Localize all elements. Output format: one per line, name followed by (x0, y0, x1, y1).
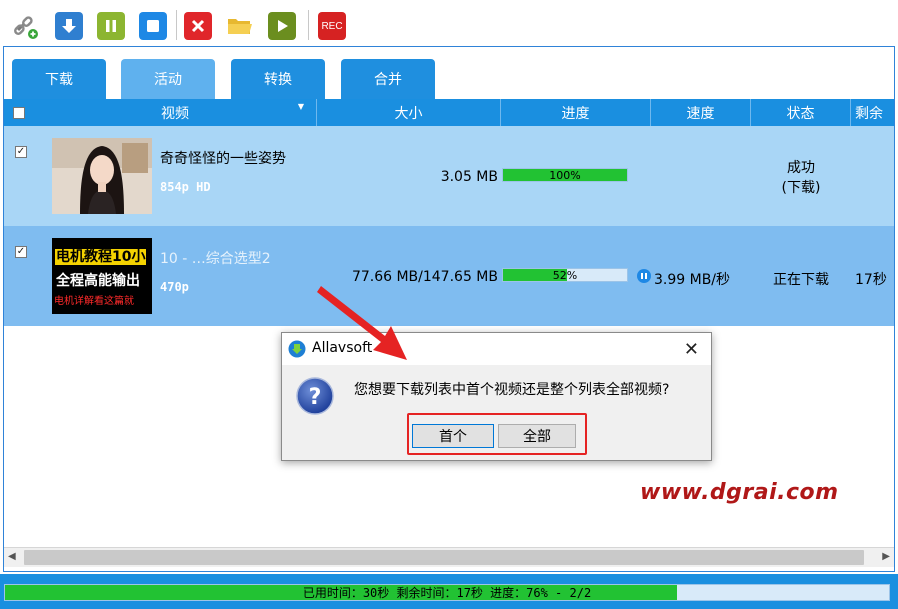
tab-active[interactable]: 活动 (121, 59, 215, 99)
add-link-button[interactable] (12, 12, 40, 40)
status-cell: 成功 (下载) (751, 158, 851, 198)
tab-download[interactable]: 下载 (12, 59, 106, 99)
progress-bar: 52% (502, 268, 628, 282)
stop-icon (147, 20, 159, 32)
column-speed[interactable]: 速度 (651, 99, 751, 126)
toolbar-separator (176, 10, 177, 40)
status-subtext: (下载) (781, 180, 821, 196)
thumbnail-caption: 全程高能输出 (56, 273, 140, 289)
sort-arrow-icon: ▼ (297, 102, 304, 111)
tab-merge[interactable]: 合并 (341, 59, 435, 99)
pause-icon (641, 273, 647, 279)
pause-button[interactable] (97, 12, 125, 40)
folder-icon (228, 19, 252, 34)
play-button[interactable] (268, 12, 296, 40)
close-icon[interactable]: ✕ (684, 339, 699, 360)
download-arrow-icon (62, 19, 76, 33)
row-checkbox[interactable]: ✓ (15, 246, 27, 258)
tab-bar: 下载 活动 转换 合并 (4, 47, 894, 99)
question-icon: ? (296, 377, 334, 415)
select-all-checkbox[interactable] (13, 106, 25, 119)
thumbnail-caption: 电机详解看这篇就 (54, 296, 134, 307)
thumbnail-caption: 电机教程10小 (55, 249, 147, 265)
progress-text: 52% (552, 268, 578, 282)
row-checkbox[interactable]: ✓ (15, 146, 27, 158)
pause-download-button[interactable] (637, 269, 651, 283)
open-folder-button[interactable] (226, 12, 254, 40)
progress-bar: 100% (502, 168, 628, 182)
remaining-time: 17秒 (855, 272, 887, 288)
video-title: 10 - …综合选型2 (160, 251, 271, 267)
pause-icon (106, 20, 116, 32)
svg-text:?: ? (309, 385, 322, 410)
link-add-icon (14, 16, 38, 39)
status-text: 正在下载 (773, 272, 829, 288)
scroll-left-icon[interactable]: ◀ (8, 551, 16, 562)
download-speed: 3.99 MB/秒 (654, 272, 731, 288)
column-video-label: 视频 (161, 105, 189, 122)
select-all-cell (4, 99, 34, 126)
pointer-arrow-icon (317, 286, 407, 360)
video-thumbnail (52, 138, 152, 214)
overall-progress-bar: 已用时间：30秒 剩余时间：17秒 进度：76% - 2/2 (4, 584, 890, 601)
scrollbar-thumb[interactable] (24, 550, 864, 565)
column-status[interactable]: 状态 (751, 99, 851, 126)
table-row[interactable]: ✓ 电机教程10小 全程高能输出 电机详解看这篇就 10 - …综合选型2 47… (4, 226, 894, 326)
app-logo-icon (288, 340, 306, 358)
status-bar: 已用时间：30秒 剩余时间：17秒 进度：76% - 2/2 (0, 574, 898, 609)
download-button[interactable] (55, 12, 83, 40)
toolbar-separator (308, 10, 309, 40)
status-text: 成功 (787, 160, 815, 176)
video-resolution: 470p (160, 280, 189, 294)
watermark-text: www.dgrai.com (640, 480, 839, 505)
video-title: 奇奇怪怪的一些姿势 (160, 151, 286, 167)
progress-text: 100% (549, 168, 581, 182)
column-video[interactable]: 视频 ▼ (34, 99, 317, 126)
table-header: 视频 ▼ 大小 进度 速度 状态 剩余 (4, 99, 894, 126)
video-thumbnail: 电机教程10小 全程高能输出 电机详解看这篇就 (52, 238, 152, 314)
rec-icon: REC (321, 20, 343, 32)
close-x-icon (191, 19, 205, 33)
overall-progress-text: 已用时间：30秒 剩余时间：17秒 进度：76% - 2/2 (302, 586, 592, 600)
toolbar: REC (0, 0, 898, 46)
column-remaining[interactable]: 剩余 (851, 99, 894, 126)
dialog-message: 您想要下载列表中首个视频还是整个列表全部视频? (354, 382, 670, 398)
record-button[interactable]: REC (318, 12, 346, 40)
play-icon (278, 20, 288, 32)
tab-convert[interactable]: 转换 (231, 59, 325, 99)
column-progress[interactable]: 进度 (501, 99, 651, 126)
delete-button[interactable] (184, 12, 212, 40)
video-size: 3.05 MB (440, 169, 498, 185)
scroll-right-icon[interactable]: ▶ (882, 551, 890, 562)
table-row[interactable]: ✓ 奇奇怪怪的一些姿势 854p HD 3.05 MB 100% 成功 (下载) (4, 126, 894, 226)
stop-button[interactable] (139, 12, 167, 40)
horizontal-scrollbar[interactable]: ◀ ▶ (4, 547, 894, 567)
column-size[interactable]: 大小 (317, 99, 501, 126)
highlight-box (407, 413, 587, 455)
video-resolution: 854p HD (160, 180, 211, 194)
